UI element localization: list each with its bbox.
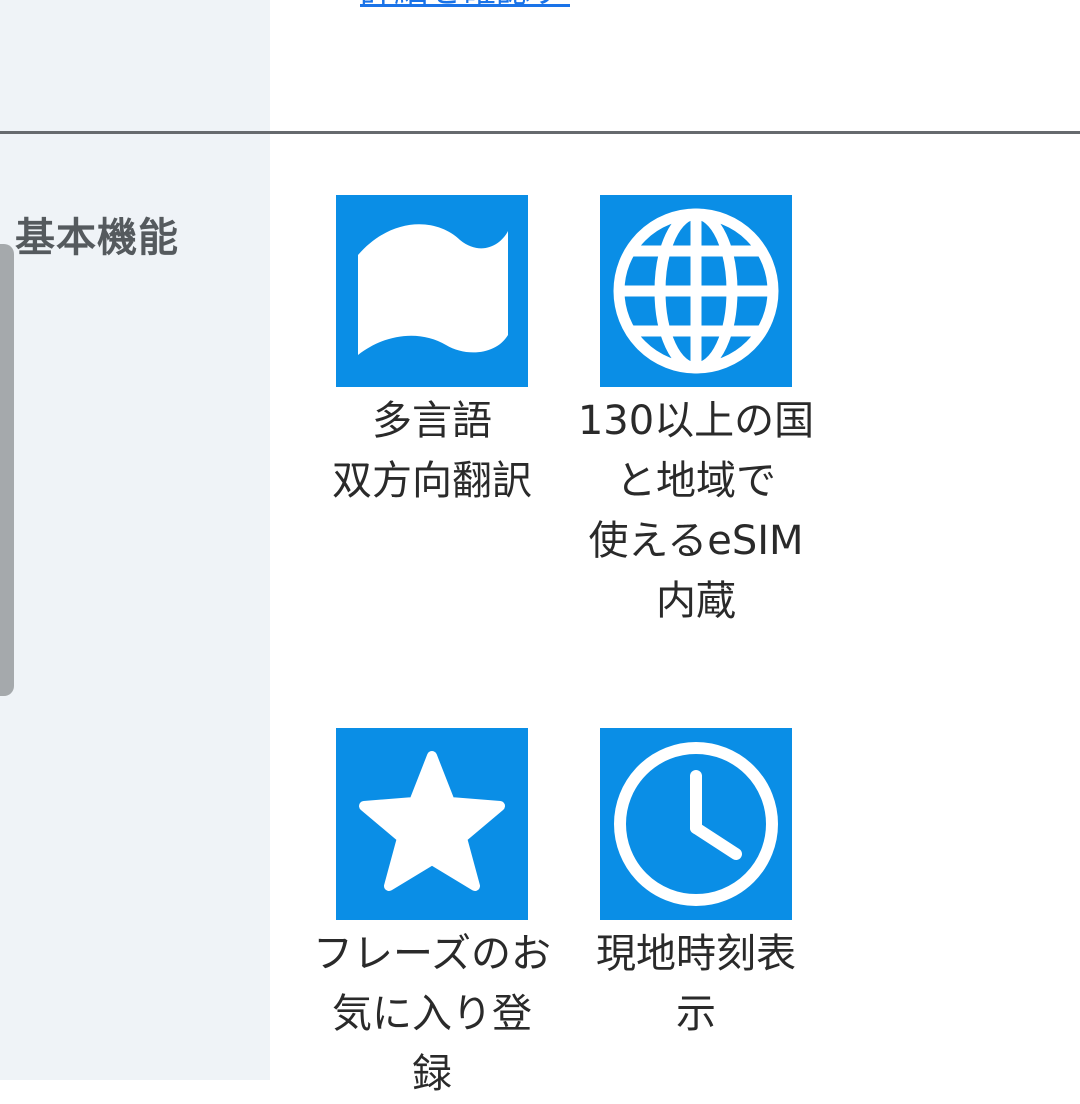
feature-esim: 130以上の国 と地域で 使えるeSIM 内蔵 [571, 195, 821, 631]
clock-icon [600, 728, 792, 920]
top-link[interactable]: 詳細を確認する [360, 0, 570, 8]
feature-local-time: 現地時刻表 示 [571, 728, 821, 1044]
scrollbar-thumb[interactable] [0, 244, 14, 696]
left-column [0, 0, 270, 1080]
feature-favorite-phrases: フレーズのお 気に入り登 録 [307, 728, 557, 1104]
globe-icon [600, 195, 792, 387]
feature-label: 現地時刻表 示 [596, 931, 796, 1037]
section-heading: 基本機能 [15, 215, 179, 261]
feature-label: 130以上の国 と地域で 使えるeSIM 内蔵 [577, 398, 815, 624]
star-icon [336, 728, 528, 920]
feature-label: フレーズのお 気に入り登 録 [313, 931, 551, 1097]
feature-label: 多言語 双方向翻訳 [332, 398, 532, 504]
feature-multilingual-translation: 多言語 双方向翻訳 [307, 195, 557, 511]
flag-icon [336, 195, 528, 387]
section-divider [0, 131, 1080, 134]
